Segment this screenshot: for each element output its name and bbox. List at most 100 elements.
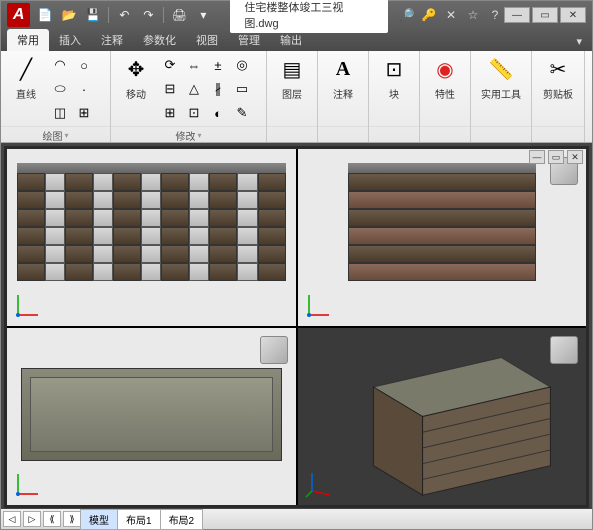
- favorite-icon[interactable]: ☆: [464, 6, 482, 24]
- tab-insert[interactable]: 插入: [49, 29, 91, 51]
- tab-home[interactable]: 常用: [7, 29, 49, 51]
- panel-block: ⊡ 块: [369, 51, 420, 142]
- offset-icon[interactable]: ∦: [207, 78, 229, 100]
- exchange-icon[interactable]: ✕: [442, 6, 460, 24]
- panel-clipboard: ✂ 剪贴板: [532, 51, 585, 142]
- nav-prev-icon[interactable]: ▷: [23, 511, 41, 527]
- layers-tool[interactable]: ▤ 图层: [273, 54, 311, 101]
- line-label: 直线: [16, 86, 36, 101]
- tab-view[interactable]: 视图: [186, 29, 228, 51]
- doc-close-button[interactable]: ✕: [567, 150, 583, 164]
- block-tool[interactable]: ⊡ 块: [375, 54, 413, 101]
- mirror-icon[interactable]: ⇔: [183, 54, 205, 76]
- circle-icon[interactable]: ○: [73, 54, 95, 76]
- document-window-controls: — ▭ ✕: [529, 150, 583, 164]
- arc-icon[interactable]: ◠: [49, 54, 71, 76]
- utilities-tool[interactable]: 📏 实用工具: [477, 54, 525, 101]
- ucs-icon: [304, 290, 334, 320]
- scissors-icon: ✂: [543, 54, 573, 84]
- utilities-label: 实用工具: [481, 86, 521, 101]
- hatch-icon[interactable]: ⊞: [73, 102, 95, 124]
- viewport-side[interactable]: [298, 149, 587, 326]
- block-label: 块: [389, 86, 399, 101]
- viewcube[interactable]: [550, 336, 578, 364]
- tab-annotate[interactable]: 注释: [91, 29, 133, 51]
- viewport-isometric[interactable]: [298, 328, 587, 505]
- ucs-icon: [13, 290, 43, 320]
- layout-tabs-bar: ◁ ▷ ⟪ ⟫ 模型 布局1 布局2: [1, 509, 592, 529]
- viewcube[interactable]: [260, 336, 288, 364]
- save-icon[interactable]: 💾: [84, 6, 102, 24]
- tab-parametric[interactable]: 参数化: [133, 29, 186, 51]
- app-logo[interactable]: A: [7, 3, 30, 27]
- clipboard-tool[interactable]: ✂ 剪贴板: [538, 54, 578, 101]
- stretch-icon[interactable]: ▭: [231, 78, 253, 100]
- tab-expand-icon[interactable]: ▾: [566, 32, 592, 51]
- print-icon[interactable]: 🖨: [170, 6, 188, 24]
- panel-annotate: A 注释: [318, 51, 369, 142]
- ellipse-icon[interactable]: ⬭: [49, 78, 71, 100]
- properties-icon: ◉: [430, 54, 460, 84]
- explode-icon[interactable]: ✎: [231, 102, 253, 124]
- point-icon[interactable]: ·: [73, 78, 95, 100]
- chevron-down-icon[interactable]: ▾: [64, 131, 68, 140]
- array-icon[interactable]: ⊞: [159, 102, 181, 124]
- layout-tab-model[interactable]: 模型: [80, 509, 118, 530]
- rotate-icon[interactable]: ⟳: [159, 54, 181, 76]
- ribbon-tabs: 常用 插入 注释 参数化 视图 管理 输出 ▾: [1, 29, 592, 51]
- tab-output[interactable]: 输出: [270, 29, 312, 51]
- properties-tool[interactable]: ◉ 特性: [426, 54, 464, 101]
- key-icon[interactable]: 🔑: [420, 6, 438, 24]
- help-icon[interactable]: ?: [486, 6, 504, 24]
- nav-first-icon[interactable]: ◁: [3, 511, 21, 527]
- search-icon[interactable]: 🔎: [398, 6, 416, 24]
- text-icon: A: [328, 54, 358, 84]
- copy-icon[interactable]: ⊡: [183, 102, 205, 124]
- viewport-front[interactable]: [7, 149, 296, 326]
- layers-label: 图层: [282, 86, 302, 101]
- rectangle-icon[interactable]: ◫: [49, 102, 71, 124]
- panel-draw-title: 绘图: [42, 128, 62, 143]
- doc-minimize-button[interactable]: —: [529, 150, 545, 164]
- panel-modify-title: 修改: [175, 128, 195, 143]
- annotate-label: 注释: [333, 86, 353, 101]
- erase-icon[interactable]: ⊟: [159, 78, 181, 100]
- undo-icon[interactable]: ↶: [115, 6, 133, 24]
- minimize-button[interactable]: —: [504, 7, 530, 23]
- title-bar: A 📄 📂 💾 ↶ ↷ 🖨 ▾ 住宅楼整体竣工三视图.dwg 🔎 🔑 ✕ ☆ ?…: [1, 1, 592, 29]
- fillet-icon[interactable]: △: [183, 78, 205, 100]
- break-icon[interactable]: ◐: [207, 102, 229, 124]
- quick-access-toolbar: 📄 📂 💾 ↶ ↷ 🖨 ▾: [36, 6, 212, 24]
- panel-draw: ╱ 直线 ◠ ○ ⬭ · ◫ ⊞ 绘图▾: [1, 51, 111, 142]
- separator: [163, 7, 164, 23]
- maximize-button[interactable]: ▭: [532, 7, 558, 23]
- layout-tab-layout2[interactable]: 布局2: [160, 509, 204, 530]
- doc-maximize-button[interactable]: ▭: [548, 150, 564, 164]
- viewport-top[interactable]: [7, 328, 296, 505]
- annotate-tool[interactable]: A 注释: [324, 54, 362, 101]
- close-button[interactable]: ✕: [560, 7, 586, 23]
- new-icon[interactable]: 📄: [36, 6, 54, 24]
- chevron-down-icon[interactable]: ▾: [197, 131, 201, 140]
- move-icon: ✥: [121, 54, 151, 84]
- clipboard-label: 剪贴板: [543, 86, 573, 101]
- separator: [108, 7, 109, 23]
- nav-last-icon[interactable]: ⟫: [63, 511, 81, 527]
- qat-dropdown-icon[interactable]: ▾: [194, 6, 212, 24]
- infocenter: 🔎 🔑 ✕ ☆ ?: [398, 6, 504, 24]
- properties-label: 特性: [435, 86, 455, 101]
- drawing-area[interactable]: — ▭ ✕: [1, 143, 592, 509]
- redo-icon[interactable]: ↷: [139, 6, 157, 24]
- layout-tab-layout1[interactable]: 布局1: [117, 509, 161, 530]
- layers-icon: ▤: [277, 54, 307, 84]
- panel-utilities: 📏 实用工具: [471, 51, 532, 142]
- trim-icon[interactable]: ±: [207, 54, 229, 76]
- line-icon: ╱: [11, 54, 41, 84]
- scale-icon[interactable]: ◎: [231, 54, 253, 76]
- line-tool[interactable]: ╱ 直线: [7, 54, 45, 101]
- tab-manage[interactable]: 管理: [228, 29, 270, 51]
- ribbon: ╱ 直线 ◠ ○ ⬭ · ◫ ⊞ 绘图▾ ✥ 移动: [1, 51, 592, 143]
- move-tool[interactable]: ✥ 移动: [117, 54, 155, 101]
- nav-next-icon[interactable]: ⟪: [43, 511, 61, 527]
- open-icon[interactable]: 📂: [60, 6, 78, 24]
